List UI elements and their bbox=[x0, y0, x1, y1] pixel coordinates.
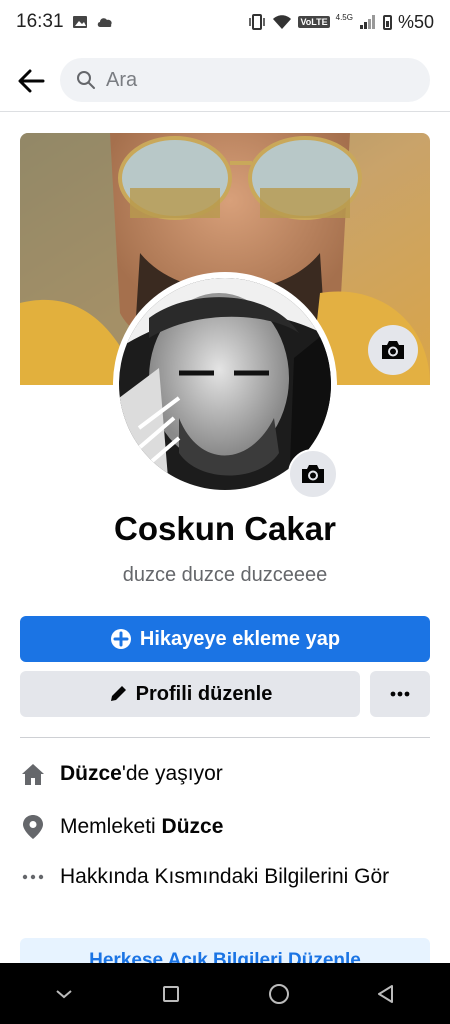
search-input[interactable] bbox=[106, 68, 386, 92]
network-type: 4.5G bbox=[335, 12, 353, 22]
edit-profile-label: Profili düzenle bbox=[135, 682, 273, 705]
edit-profile-button[interactable]: Profili düzenle bbox=[20, 671, 360, 717]
search-box[interactable] bbox=[60, 58, 430, 102]
hometown-text: Memleketi Düzce bbox=[60, 813, 223, 841]
nav-back-button[interactable] bbox=[356, 969, 416, 1019]
more-icon bbox=[390, 691, 410, 697]
plus-circle-icon bbox=[110, 629, 131, 649]
ellipsis-icon bbox=[20, 863, 46, 891]
back-arrow-icon bbox=[18, 69, 45, 93]
gallery-icon bbox=[72, 16, 87, 28]
lives-in-text: Düzce'de yaşıyor bbox=[60, 760, 223, 788]
nav-home-button[interactable] bbox=[249, 969, 309, 1019]
search-icon bbox=[77, 71, 95, 89]
add-story-label: Hikayeye ekleme yap bbox=[139, 627, 341, 650]
back-button[interactable] bbox=[14, 64, 48, 98]
cloud-icon bbox=[97, 18, 112, 27]
cover-camera-button[interactable] bbox=[368, 325, 418, 375]
battery-icon bbox=[382, 14, 392, 30]
profile-bio: duzce duzce duzceeee bbox=[122, 564, 328, 586]
hometown-row: Memleketi Düzce bbox=[20, 813, 430, 841]
chevron-down-icon bbox=[56, 989, 72, 998]
camera-icon bbox=[382, 341, 404, 359]
more-options-button[interactable] bbox=[370, 671, 430, 717]
nav-recents-button[interactable] bbox=[141, 969, 201, 1019]
home-icon bbox=[20, 760, 46, 788]
square-icon bbox=[163, 985, 180, 1002]
status-time: 16:31 bbox=[16, 11, 64, 32]
lives-in-city[interactable]: Düzce bbox=[60, 762, 122, 785]
battery-level: %50 bbox=[397, 11, 434, 32]
vibrate-icon bbox=[249, 14, 266, 30]
hometown-city[interactable]: Düzce bbox=[162, 815, 224, 838]
pencil-icon bbox=[110, 686, 126, 701]
about-link-text: Hakkında Kısmındaki Bilgilerini Gör bbox=[60, 865, 390, 888]
system-nav-bar bbox=[0, 963, 450, 1024]
avatar-camera-button[interactable] bbox=[288, 449, 338, 499]
nav-collapse-button[interactable] bbox=[34, 969, 94, 1019]
signal-icon bbox=[359, 15, 375, 29]
add-story-button[interactable]: Hikayeye ekleme yap bbox=[20, 616, 430, 662]
wifi-icon bbox=[273, 15, 292, 29]
about-link-row[interactable]: Hakkında Kısmındaki Bilgilerini Gör bbox=[20, 863, 430, 891]
circle-icon bbox=[268, 983, 289, 1004]
search-header bbox=[0, 50, 450, 112]
status-bar: 16:31 VoLTE 4.5G %50 bbox=[0, 0, 450, 44]
lives-in-suffix: 'de yaşıyor bbox=[121, 762, 223, 785]
camera-icon bbox=[302, 465, 324, 483]
profile-name: Coskun Cakar bbox=[114, 510, 336, 547]
hometown-prefix: Memleketi bbox=[60, 815, 162, 838]
location-pin-icon bbox=[20, 813, 46, 841]
volte-badge: VoLTE bbox=[298, 16, 330, 28]
triangle-back-icon bbox=[378, 984, 394, 1003]
lives-in-row: Düzce'de yaşıyor bbox=[20, 760, 430, 788]
divider bbox=[20, 737, 430, 738]
